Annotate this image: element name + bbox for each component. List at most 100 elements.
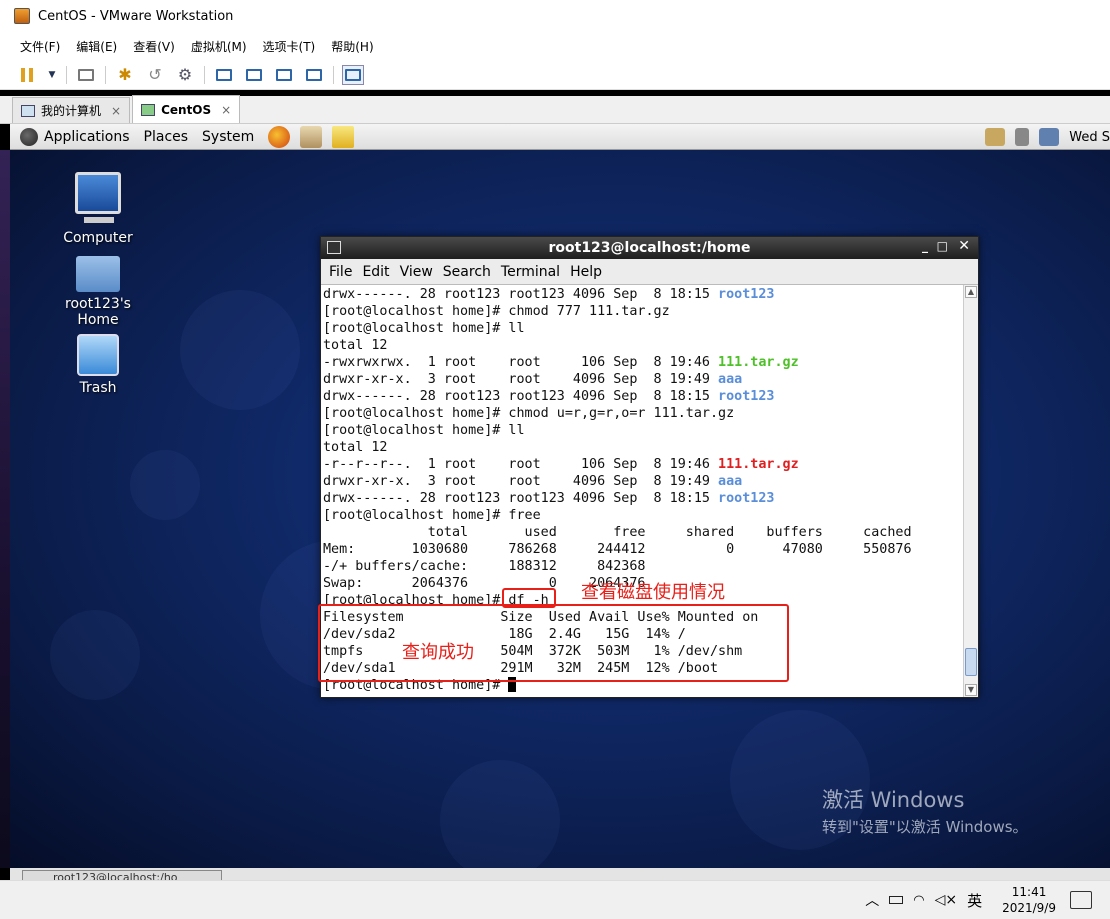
menu-system[interactable]: System <box>202 129 254 145</box>
terminal-line: -r--r--r--. 1 root root 106 Sep 8 19:46 … <box>323 456 962 473</box>
terminal-icon <box>327 241 341 254</box>
term-menu-search[interactable]: Search <box>443 264 491 280</box>
host-background-strip <box>0 150 10 868</box>
minimize-icon[interactable]: _ <box>922 239 928 253</box>
vmware-menubar: 文件(F) 编辑(E) 查看(V) 虚拟机(M) 选项卡(T) 帮助(H) <box>0 32 1110 60</box>
desktop-icon-label: root123's Home <box>65 296 131 328</box>
term-menu-terminal[interactable]: Terminal <box>501 264 560 280</box>
vmware-toolbar: ▼ ✱ ↺ ⚙ <box>0 60 1110 90</box>
send-ctrl-alt-del-icon[interactable] <box>75 65 97 85</box>
panel-tray: Wed S <box>985 124 1110 150</box>
gnome-top-panel: Applications Places System Wed S <box>10 124 1110 150</box>
scroll-down-icon[interactable]: ▼ <box>965 684 977 696</box>
vm-icon <box>141 103 156 116</box>
menu-tabs[interactable]: 选项卡(T) <box>263 38 316 55</box>
terminal-titlebar[interactable]: root123@localhost:/home _ □ ✕ <box>321 237 978 259</box>
terminal-highlight: root123 <box>718 491 775 506</box>
gnome-foot-icon <box>20 127 38 146</box>
computer-icon <box>75 172 121 223</box>
terminal-line: total used free shared buffers cached <box>323 524 962 541</box>
notification-icon[interactable] <box>1070 891 1092 909</box>
terminal-line-text: total 12 <box>323 440 388 455</box>
terminal-line-text: total used free shared buffers cached <box>323 525 912 540</box>
network-icon[interactable] <box>1039 128 1060 146</box>
term-menu-view[interactable]: View <box>400 264 433 280</box>
dropdown-arrow-icon[interactable]: ▼ <box>46 65 58 85</box>
window-title: CentOS - VMware Workstation <box>38 8 234 24</box>
terminal-line-text: [root@localhost home]# chmod u=r,g=r,o=r… <box>323 406 735 421</box>
terminal-scrollbar[interactable]: ▲ ▼ <box>963 285 978 697</box>
close-icon[interactable]: × <box>111 104 121 118</box>
tab-my-computer[interactable]: 我的计算机 × <box>12 97 131 123</box>
pause-icon[interactable] <box>16 65 38 85</box>
menu-view[interactable]: 查看(V) <box>133 38 175 55</box>
terminal-line-text: -r--r--r--. 1 root root 106 Sep 8 19:46 <box>323 457 719 472</box>
vmware-titlebar: CentOS - VMware Workstation <box>0 0 1110 32</box>
terminal-line: drwx------. 28 root123 root123 4096 Sep … <box>323 490 962 507</box>
close-icon[interactable]: × <box>221 103 231 117</box>
term-menu-help[interactable]: Help <box>570 264 602 280</box>
scroll-thumb[interactable] <box>965 648 977 676</box>
chevron-up-icon[interactable]: ︿ <box>865 890 879 910</box>
annotation-box-output <box>318 604 789 682</box>
updates-icon[interactable] <box>985 128 1006 146</box>
term-menu-edit[interactable]: Edit <box>362 264 389 280</box>
menu-applications[interactable]: Applications <box>44 129 130 145</box>
wifi-icon[interactable]: ◠ <box>913 893 924 908</box>
ime-indicator[interactable]: 英 <box>967 890 982 911</box>
scroll-up-icon[interactable]: ▲ <box>965 286 977 298</box>
menu-file[interactable]: 文件(F) <box>20 38 60 55</box>
watermark-line2: 转到"设置"以激活 Windows。 <box>822 818 1028 836</box>
sidebar-view-icon[interactable] <box>213 65 235 85</box>
mail-client-icon[interactable] <box>300 125 323 148</box>
menu-vm[interactable]: 虚拟机(M) <box>191 38 247 55</box>
unity-icon[interactable] <box>303 65 325 85</box>
terminal-line-text: [root@localhost home]# chmod 777 111.tar… <box>323 304 670 319</box>
panel-clock[interactable]: Wed S <box>1069 130 1110 145</box>
desktop-icon-home[interactable]: root123's Home <box>48 256 148 328</box>
terminal-line-text: drwxr-xr-x. 3 root root 4096 Sep 8 19:49 <box>323 372 719 387</box>
firefox-icon[interactable] <box>268 125 291 148</box>
tab-centos[interactable]: CentOS × <box>132 95 241 123</box>
terminal-line: drwx------. 28 root123 root123 4096 Sep … <box>323 286 962 303</box>
snapshot-manager-icon[interactable]: ⚙ <box>174 65 196 85</box>
clock-date: 2021/9/9 <box>1002 901 1056 915</box>
snapshot-icon[interactable]: ✱ <box>114 65 136 85</box>
terminal-line: drwx------. 28 root123 root123 4096 Sep … <box>323 388 962 405</box>
terminal-line: [root@localhost home]# ll <box>323 422 962 439</box>
close-icon[interactable]: ✕ <box>958 238 970 254</box>
terminal-line-text: drwx------. 28 root123 root123 4096 Sep … <box>323 389 719 404</box>
terminal-line-text: drwxr-xr-x. 3 root root 4096 Sep 8 19:49 <box>323 474 719 489</box>
speaker-icon[interactable]: ◁× <box>935 892 958 908</box>
desktop-icon-computer[interactable]: Computer <box>48 172 148 246</box>
watermark-line1: 激活 Windows <box>822 788 965 812</box>
autofit-icon[interactable] <box>342 64 364 85</box>
terminal-line-text: [root@localhost home]# ll <box>323 423 525 438</box>
vmware-app-icon <box>14 8 30 24</box>
console-view-icon[interactable] <box>243 65 265 85</box>
terminal-line-text: total 12 <box>323 338 388 353</box>
terminal-line: [root@localhost home]# chmod u=r,g=r,o=r… <box>323 405 962 422</box>
guest-taskbar-item[interactable]: root123@localhost:/ho <box>22 870 222 880</box>
fullscreen-icon[interactable] <box>273 65 295 85</box>
terminal-line: total 12 <box>323 439 962 456</box>
taskbar-clock[interactable]: 11:41 2021/9/9 <box>1002 884 1056 916</box>
volume-icon[interactable] <box>1015 128 1030 146</box>
terminal-line-text: Mem: 1030680 786268 244412 0 47080 55087… <box>323 542 912 557</box>
menu-help[interactable]: 帮助(H) <box>331 38 373 55</box>
desktop-icon-trash[interactable]: Trash <box>48 334 148 396</box>
terminal-highlight: root123 <box>718 389 775 404</box>
activation-watermark: 激活 Windows 转到"设置"以激活 Windows。 <box>822 784 1028 837</box>
terminal-line-text: -rwxrwxrwx. 1 root root 106 Sep 8 19:46 <box>323 355 719 370</box>
text-editor-icon[interactable] <box>332 125 355 148</box>
tab-label: CentOS <box>161 102 212 117</box>
maximize-icon[interactable]: □ <box>937 239 948 253</box>
term-menu-file[interactable]: File <box>329 264 352 280</box>
terminal-line: drwxr-xr-x. 3 root root 4096 Sep 8 19:49… <box>323 371 962 388</box>
menu-places[interactable]: Places <box>144 129 189 145</box>
revert-snapshot-icon[interactable]: ↺ <box>144 65 166 85</box>
terminal-line: [root@localhost home]# chmod 777 111.tar… <box>323 303 962 320</box>
menu-edit[interactable]: 编辑(E) <box>76 38 117 55</box>
battery-icon[interactable] <box>889 896 904 904</box>
home-folder-icon <box>76 256 120 292</box>
